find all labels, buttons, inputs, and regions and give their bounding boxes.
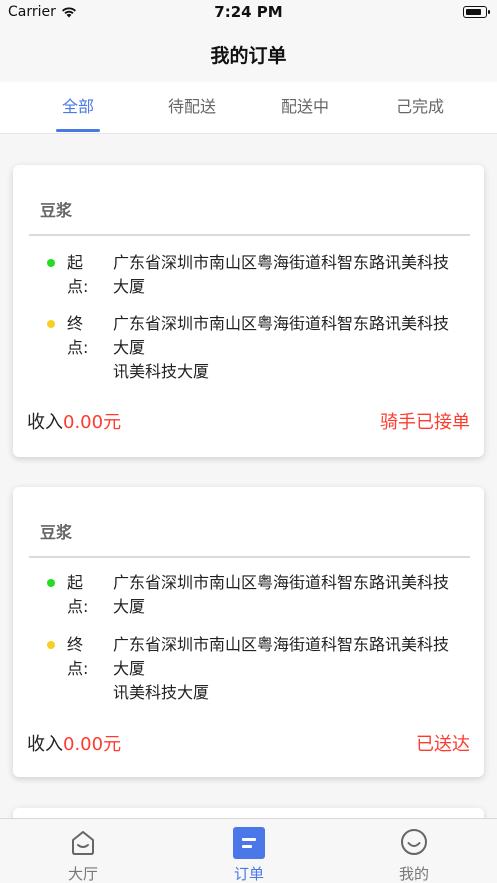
divider <box>29 556 470 558</box>
end-address-line: 广东省深圳市南山区粤海街道科智东路讯美科技大厦 <box>113 635 450 678</box>
end-address-line: 讯美科技大厦 <box>113 362 210 381</box>
start-address: 广东省深圳市南山区粤海街道科智东路讯美科技大厦 <box>113 253 450 296</box>
income: 收入0.00元 <box>27 730 121 756</box>
tab-delivering[interactable]: 配送中 <box>243 82 367 134</box>
order-card[interactable]: 豆浆 起点: 广东省深圳市南山区粤海街道科智东路讯美科技大厦 终点: 广东省深圳… <box>13 487 484 777</box>
tab-all[interactable]: 全部 <box>16 82 140 134</box>
start-label: 起点: <box>67 573 89 616</box>
order-status: 已送达 <box>416 734 470 755</box>
status-time: 7:24 PM <box>214 3 283 21</box>
tabbar-item-orders[interactable]: 订单 <box>199 827 299 883</box>
tabbar-label: 大厅 <box>67 865 98 883</box>
end-address: 广东省深圳市南山区粤海街道科智东路讯美科技大厦 讯美科技大厦 <box>113 312 458 384</box>
start-dot-icon <box>47 579 55 587</box>
tab-completed[interactable]: 己完成 <box>358 82 482 134</box>
tab-label: 待配送 <box>167 97 216 116</box>
end-address: 广东省深圳市南山区粤海街道科智东路讯美科技大厦 讯美科技大厦 <box>113 633 458 705</box>
navigation-bar: 我的订单 <box>0 26 497 82</box>
tabbar-label: 我的 <box>398 865 429 883</box>
page-title: 我的订单 <box>210 44 287 67</box>
battery-icon <box>463 6 490 18</box>
order-icon <box>233 827 265 859</box>
tabbar-item-hall[interactable]: 大厅 <box>33 827 133 883</box>
battery-fill <box>465 8 481 15</box>
order-title: 豆浆 <box>40 201 73 220</box>
order-tabs: 全部 待配送 配送中 己完成 <box>0 82 497 134</box>
tab-label: 己完成 <box>395 97 444 116</box>
bottom-tab-bar: 大厅 订单 我的 <box>0 818 497 883</box>
end-dot-icon <box>47 320 55 328</box>
smile-icon <box>401 829 427 855</box>
tab-pending[interactable]: 待配送 <box>130 82 254 134</box>
divider <box>29 234 470 236</box>
tab-label: 全部 <box>61 97 94 116</box>
income: 收入0.00元 <box>27 408 121 434</box>
end-label: 终点: <box>67 635 89 678</box>
income-label: 收入 <box>27 412 63 433</box>
income-label: 收入 <box>27 734 63 755</box>
start-dot-icon <box>47 259 55 267</box>
start-label: 起点: <box>67 253 89 296</box>
status-bar: Carrier 7:24 PM <box>0 0 497 26</box>
end-address-line: 广东省深圳市南山区粤海街道科智东路讯美科技大厦 <box>113 314 450 357</box>
tab-active-indicator <box>56 129 100 132</box>
end-dot-icon <box>47 641 55 649</box>
home-icon <box>72 831 94 855</box>
income-value: 0.00元 <box>63 412 122 433</box>
start-address: 广东省深圳市南山区粤海街道科智东路讯美科技大厦 <box>113 573 450 616</box>
tab-label: 配送中 <box>280 97 329 116</box>
order-card[interactable]: 豆浆 起点: 广东省深圳市南山区粤海街道科智东路讯美科技大厦 终点: 广东省深圳… <box>13 165 484 457</box>
order-title: 豆浆 <box>40 523 73 542</box>
tabbar-label: 订单 <box>233 865 264 883</box>
order-status: 骑手已接单 <box>380 412 470 433</box>
end-label: 终点: <box>67 314 89 357</box>
tabbar-item-mine[interactable]: 我的 <box>364 827 464 883</box>
end-address-line: 讯美科技大厦 <box>113 683 210 702</box>
income-value: 0.00元 <box>63 734 122 755</box>
